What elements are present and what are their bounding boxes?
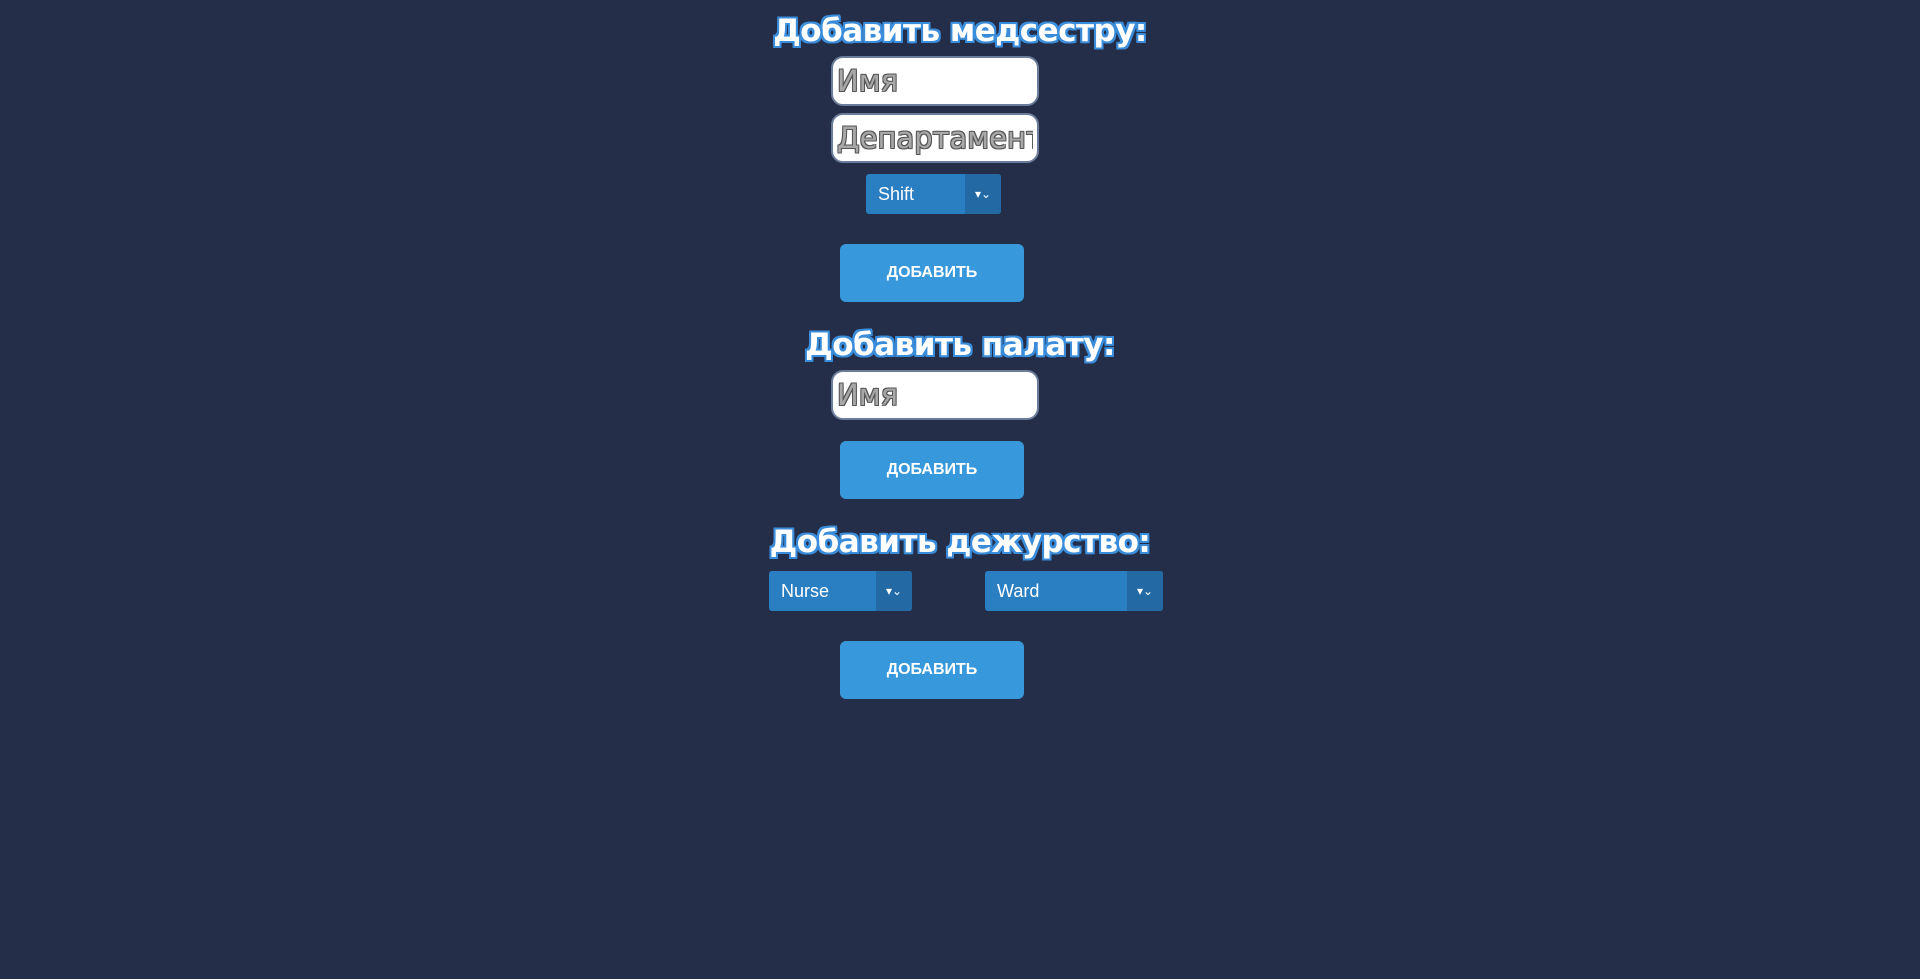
chevron-down-icon: ▾⌄: [1127, 571, 1163, 611]
ward-name-input[interactable]: [831, 370, 1039, 420]
add-ward-button[interactable]: ДОБАВИТЬ: [840, 441, 1024, 499]
page: Добавить медсестру: Shift ▾⌄ ДОБАВИТЬ До…: [0, 0, 1920, 979]
add-ward-title: Добавить палату:: [805, 327, 1115, 363]
ward-select-value: Ward: [997, 580, 1040, 601]
add-nurse-button[interactable]: ДОБАВИТЬ: [840, 244, 1024, 302]
chevron-down-icon: ▾⌄: [876, 571, 912, 611]
nurse-select[interactable]: Nurse ▾⌄: [769, 571, 912, 611]
add-duty-button[interactable]: ДОБАВИТЬ: [840, 641, 1024, 699]
shift-select[interactable]: Shift ▾⌄: [866, 174, 1001, 214]
nurse-name-input[interactable]: [831, 56, 1039, 106]
nurse-select-value: Nurse: [781, 580, 830, 601]
nurse-department-input[interactable]: [831, 113, 1039, 163]
add-duty-title: Добавить дежурство:: [769, 524, 1151, 560]
shift-select-value: Shift: [878, 183, 915, 204]
add-nurse-title: Добавить медсестру:: [773, 13, 1147, 49]
chevron-down-icon: ▾⌄: [965, 174, 1001, 214]
ward-select[interactable]: Ward ▾⌄: [985, 571, 1163, 611]
